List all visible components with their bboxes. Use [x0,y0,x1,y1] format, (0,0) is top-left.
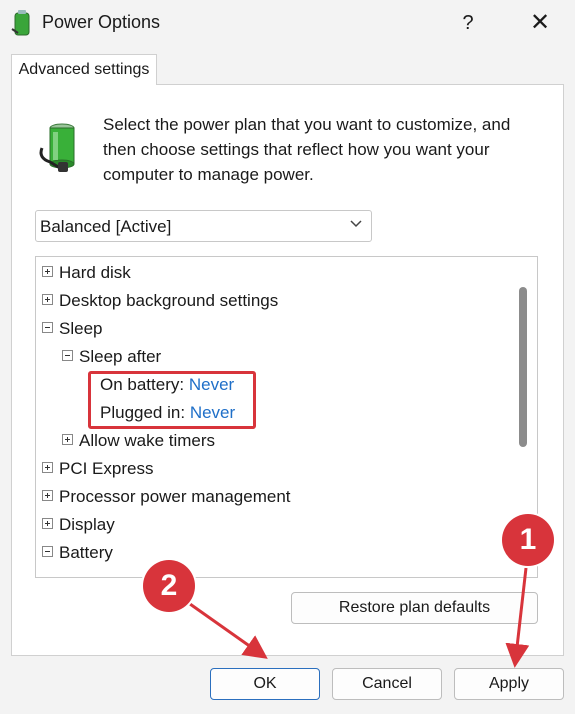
tree-item-display[interactable]: Display [42,511,115,539]
tab-advanced-settings[interactable]: Advanced settings [11,54,157,85]
expand-plus-icon[interactable] [42,518,53,530]
title-bar: Power Options ? ✕ [0,0,575,46]
restore-plan-defaults-button[interactable]: Restore plan defaults [291,592,538,624]
tree-item-desktop-background[interactable]: Desktop background settings [42,287,278,315]
expand-plus-icon[interactable] [62,434,73,446]
collapse-minus-icon[interactable] [42,546,53,558]
help-button[interactable]: ? [450,6,486,40]
collapse-minus-icon[interactable] [42,322,53,334]
power-plan-value: Balanced [Active] [40,217,172,236]
settings-tree[interactable]: Hard disk Desktop background settings Sl… [35,256,538,578]
expand-plus-icon[interactable] [42,294,53,306]
tree-item-sleep-after[interactable]: Sleep after [62,343,161,371]
expand-plus-icon[interactable] [42,490,53,502]
power-options-icon [11,10,30,36]
tree-item-hard-disk[interactable]: Hard disk [42,259,131,287]
tree-item-processor-power[interactable]: Processor power management [42,483,291,511]
expand-plus-icon[interactable] [42,266,53,278]
close-button[interactable]: ✕ [522,6,558,40]
expand-plus-icon[interactable] [42,462,53,474]
cancel-button[interactable]: Cancel [332,668,442,700]
scrollbar-thumb[interactable] [519,287,527,447]
power-plan-dropdown[interactable]: Balanced [Active] [35,210,372,242]
highlight-box [88,371,256,429]
tree-item-sleep[interactable]: Sleep [42,315,102,343]
collapse-minus-icon[interactable] [62,350,73,362]
tree-item-battery[interactable]: Battery [42,539,113,567]
step-badge-2: 2 [143,560,195,612]
chevron-down-icon [350,220,362,228]
ok-button[interactable]: OK [210,668,320,700]
apply-button[interactable]: Apply [454,668,564,700]
description-text: Select the power plan that you want to c… [103,115,511,184]
step-badge-1: 1 [502,514,554,566]
tree-item-allow-wake-timers[interactable]: Allow wake timers [62,427,215,455]
window-title: Power Options [42,12,161,32]
tree-item-pci-express[interactable]: PCI Express [42,455,153,483]
battery-plug-icon [39,123,75,172]
